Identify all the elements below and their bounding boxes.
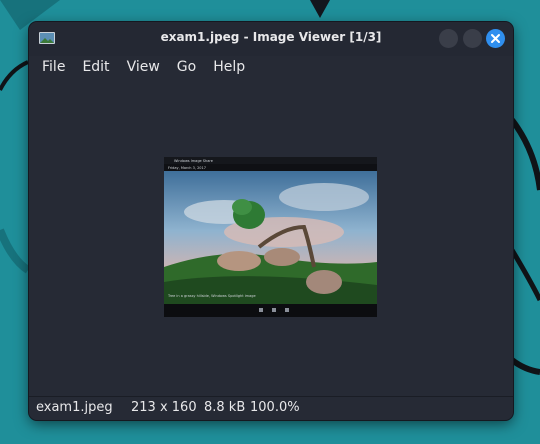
close-button[interactable] xyxy=(486,29,505,48)
status-dimensions: 213 x 160 xyxy=(131,400,197,415)
photo-content: Windows Image Share Friday, March 3, 201… xyxy=(164,157,377,317)
menu-go[interactable]: Go xyxy=(168,56,204,77)
minimize-button[interactable] xyxy=(439,29,458,48)
menu-view[interactable]: View xyxy=(118,56,168,77)
menu-file[interactable]: File xyxy=(33,56,73,77)
close-icon xyxy=(491,34,500,43)
status-filesize: 8.8 kB xyxy=(204,400,246,415)
status-filename: exam1.jpeg xyxy=(36,400,113,415)
status-zoom: 100.0% xyxy=(250,400,300,415)
maximize-button[interactable] xyxy=(463,29,482,48)
inner-caption: Tree in a grassy hillside, Windows Spotl… xyxy=(167,294,256,298)
displayed-image[interactable]: Windows Image Share Friday, March 3, 201… xyxy=(164,157,377,317)
menu-edit[interactable]: Edit xyxy=(73,56,117,77)
inner-date: Friday, March 3, 2017 xyxy=(168,166,206,170)
menu-help[interactable]: Help xyxy=(204,56,253,77)
title-bar[interactable]: exam1.jpeg - Image Viewer [1/3] xyxy=(29,22,513,56)
image-viewer-window: exam1.jpeg - Image Viewer [1/3] File Edit… xyxy=(29,22,513,420)
status-bar: exam1.jpeg 213 x 160 8.8 kB 100.0% xyxy=(29,396,513,420)
menu-bar: File Edit View Go Help xyxy=(33,56,253,78)
image-canvas[interactable]: Windows Image Share Friday, March 3, 201… xyxy=(29,82,513,396)
inner-title: Windows Image Share xyxy=(174,159,213,163)
